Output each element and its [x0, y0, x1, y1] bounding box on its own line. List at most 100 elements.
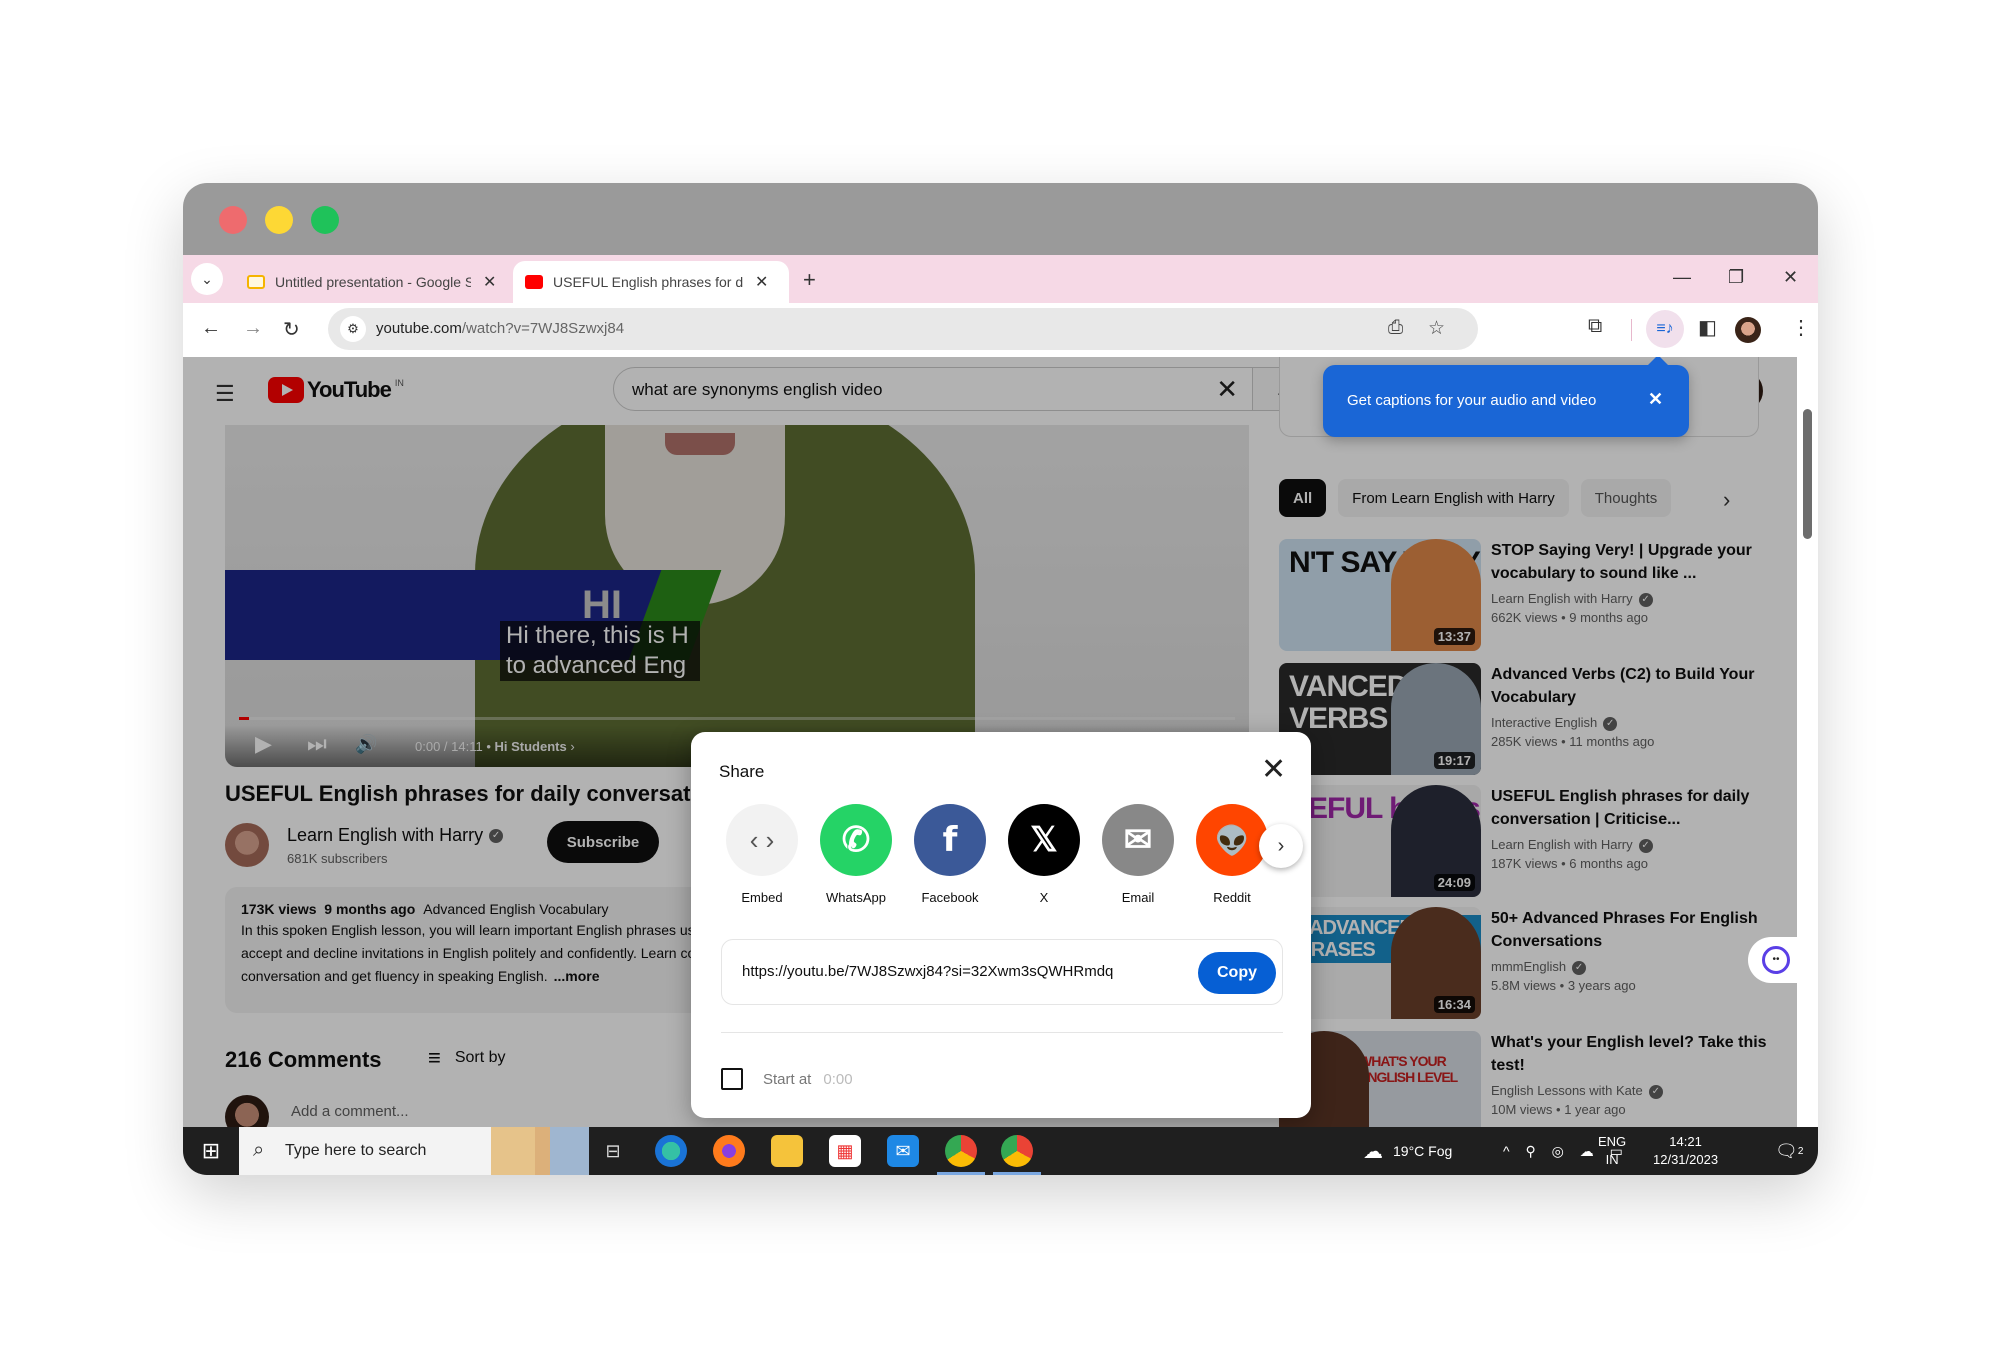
video-title: USEFUL English phrases for daily convers… — [225, 781, 724, 806]
embed-icon: ‹ › — [726, 804, 798, 876]
share-next-icon[interactable]: › — [1259, 824, 1303, 868]
forward-button[interactable]: → — [243, 317, 263, 340]
edge-icon[interactable] — [655, 1135, 687, 1167]
recommendation-item[interactable]: WHAT'S YOUR ENGLISH LEVEL What's your En… — [1279, 1031, 1779, 1127]
page-scrollbar[interactable] — [1797, 357, 1818, 1127]
search-highlight-image — [491, 1127, 589, 1175]
weather-widget[interactable]: ☁ 19°C Fog — [1363, 1127, 1452, 1175]
share-facebook[interactable]: f Facebook — [913, 804, 987, 905]
video-player[interactable]: HI Hi there, this is H to advanced Eng ▶… — [225, 425, 1249, 767]
notifications-icon[interactable]: 🗨 2 — [1775, 1127, 1803, 1175]
rec-channel: mmmEnglish ✓ — [1491, 959, 1771, 975]
chip-thoughts[interactable]: Thoughts — [1580, 479, 1672, 517]
firefox-icon[interactable] — [713, 1135, 745, 1167]
restore-button[interactable]: ❐ — [1728, 267, 1744, 288]
sort-by-button[interactable]: ≡ Sort by — [428, 1045, 506, 1071]
rec-title: What's your English level? Take this tes… — [1491, 1034, 1767, 1074]
file-explorer-icon[interactable] — [771, 1135, 803, 1167]
close-button[interactable]: ✕ — [1783, 267, 1798, 288]
toolbar-divider — [1631, 319, 1632, 341]
progress-bar[interactable] — [239, 717, 1235, 720]
share-whatsapp[interactable]: ✆ WhatsApp — [819, 804, 893, 905]
chip-channel[interactable]: From Learn English with Harry — [1338, 479, 1569, 517]
channel-name[interactable]: Learn English with Harry ✓ — [287, 825, 504, 846]
next-button[interactable]: ⏭ — [307, 731, 327, 757]
add-comment-input[interactable]: Add a comment... — [291, 1103, 409, 1120]
chrome-icon[interactable] — [937, 1135, 985, 1175]
youtube-icon — [525, 275, 543, 289]
share-x[interactable]: 𝕏 X — [1007, 804, 1081, 905]
recommendation-item[interactable]: 50 ADVANCED PHRASES 16:34 50+ Advanced P… — [1279, 907, 1779, 1019]
close-window-button[interactable] — [219, 206, 247, 234]
clock[interactable]: 14:21 12/31/2023 — [1653, 1133, 1718, 1169]
reddit-icon: 👽 — [1196, 804, 1268, 876]
reload-button[interactable]: ↻ — [283, 317, 300, 342]
extensions-icon[interactable]: ⧉ — [1588, 315, 1602, 338]
url-text[interactable]: youtube.com/watch?v=7WJ8Szwxj84 — [376, 320, 624, 337]
tab-slides[interactable]: Untitled presentation - Google Slides ✕ — [235, 261, 508, 303]
start-at-checkbox[interactable] — [721, 1068, 743, 1090]
start-at-time-input[interactable]: 0:00 — [823, 1071, 852, 1088]
minimize-button[interactable]: — — [1673, 267, 1691, 288]
windows-start-icon[interactable]: ⊞ — [183, 1127, 239, 1175]
chip-all[interactable]: All — [1279, 479, 1327, 517]
browser-menu-icon[interactable]: ⋮ — [1791, 315, 1811, 340]
mail-icon[interactable]: ✉ — [887, 1135, 919, 1167]
assistant-button[interactable]: •• — [1748, 937, 1804, 983]
volume-button[interactable]: 🔊 — [355, 734, 377, 755]
search-input[interactable]: what are synonyms english video ✕ — [613, 367, 1253, 411]
subscribe-button[interactable]: Subscribe — [547, 821, 659, 863]
share-targets: ‹ › Embed ✆ WhatsApp f Facebook 𝕏 X ✉ Em… — [725, 804, 1285, 914]
close-tooltip-icon[interactable]: ✕ — [1648, 389, 1663, 410]
dialog-divider — [721, 1032, 1283, 1033]
youtube-page: ☰ YouTube IN what are synonyms english v… — [183, 357, 1818, 1127]
hamburger-menu-icon[interactable]: ☰ — [215, 381, 235, 407]
maximize-window-button[interactable] — [311, 206, 339, 234]
youtube-logo[interactable]: YouTube IN — [268, 377, 404, 403]
email-icon: ✉ — [1102, 804, 1174, 876]
verified-icon: ✓ — [489, 829, 504, 844]
recommendation-item[interactable]: N'T SAY VERY 13:37 STOP Saying Very! | U… — [1279, 539, 1779, 651]
address-bar[interactable]: ⚙ youtube.com/watch?v=7WJ8Szwxj84 ⎙ ☆ — [328, 308, 1478, 350]
close-tab-icon[interactable]: ✕ — [483, 272, 496, 292]
share-url-field[interactable]: https://youtu.be/7WJ8Szwxj84?si=32Xwm3sQ… — [721, 939, 1283, 1005]
close-tab-icon[interactable]: ✕ — [755, 272, 768, 292]
site-info-icon[interactable]: ⚙ — [340, 316, 366, 342]
play-button[interactable]: ▶ — [255, 731, 272, 757]
task-view-icon[interactable]: ⊟ — [597, 1135, 629, 1167]
minimize-window-button[interactable] — [265, 206, 293, 234]
side-panel-icon[interactable]: ◧ — [1698, 315, 1717, 340]
clear-search-icon[interactable]: ✕ — [1216, 374, 1238, 405]
profile-avatar[interactable] — [1735, 317, 1761, 343]
recommendation-item[interactable]: VANCED VERBS 19:17 Advanced Verbs (C2) t… — [1279, 663, 1779, 775]
store-icon[interactable]: ▦ — [829, 1135, 861, 1167]
input-language[interactable]: ENG IN — [1598, 1133, 1626, 1169]
share-url-text[interactable]: https://youtu.be/7WJ8Szwxj84?si=32Xwm3sQ… — [742, 963, 1162, 980]
rec-title: USEFUL English phrases for daily convers… — [1491, 788, 1750, 828]
more-link[interactable]: ...more — [554, 968, 600, 984]
install-app-icon[interactable]: ⎙ — [1388, 317, 1403, 339]
chevron-down-icon: ⌄ — [201, 270, 213, 287]
recommendation-item[interactable]: SEFUL hrases 24:09 USEFUL English phrase… — [1279, 785, 1779, 897]
toolbar: ← → ↻ ⚙ youtube.com/watch?v=7WJ8Szwxj84 … — [183, 303, 1818, 357]
chrome-profile-icon[interactable] — [993, 1135, 1041, 1175]
channel-avatar[interactable] — [225, 823, 269, 867]
tab-youtube[interactable]: USEFUL English phrases for daily convers… — [513, 261, 789, 303]
chapter-link[interactable]: Hi Students — [495, 739, 567, 754]
share-email[interactable]: ✉ Email — [1101, 804, 1175, 905]
scrollbar-thumb[interactable] — [1803, 409, 1812, 539]
verified-icon: ✓ — [1638, 592, 1653, 607]
taskbar-search[interactable]: ⌕ Type here to search — [239, 1127, 589, 1175]
chips-next-icon[interactable]: › — [1723, 487, 1730, 513]
captions-extension-icon[interactable]: ≡♪ — [1646, 310, 1684, 348]
copy-button[interactable]: Copy — [1198, 952, 1276, 994]
bookmark-star-icon[interactable]: ☆ — [1428, 317, 1445, 340]
new-tab-button[interactable]: + — [803, 267, 816, 293]
tab-search-button[interactable]: ⌄ — [191, 263, 223, 295]
verified-icon: ✓ — [1648, 1084, 1663, 1099]
back-button[interactable]: ← — [201, 317, 221, 340]
close-dialog-icon[interactable]: ✕ — [1261, 752, 1286, 787]
share-reddit[interactable]: 👽 Reddit — [1195, 804, 1269, 905]
youtube-play-icon — [268, 377, 304, 403]
share-embed[interactable]: ‹ › Embed — [725, 804, 799, 905]
